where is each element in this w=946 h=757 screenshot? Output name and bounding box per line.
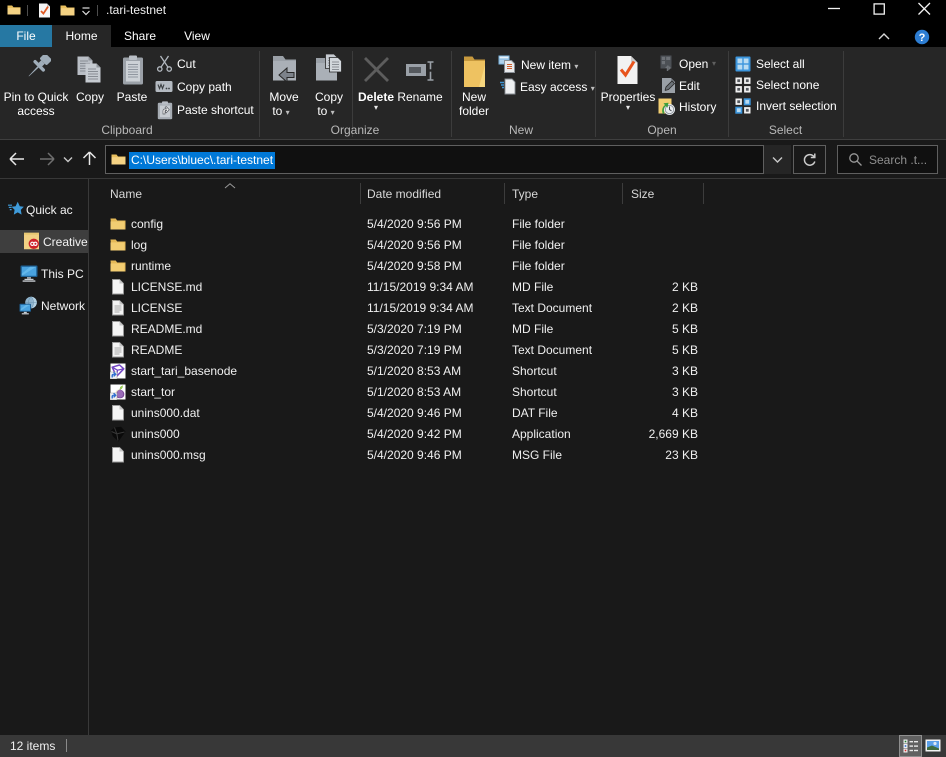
svg-text:?: ? — [919, 32, 926, 44]
